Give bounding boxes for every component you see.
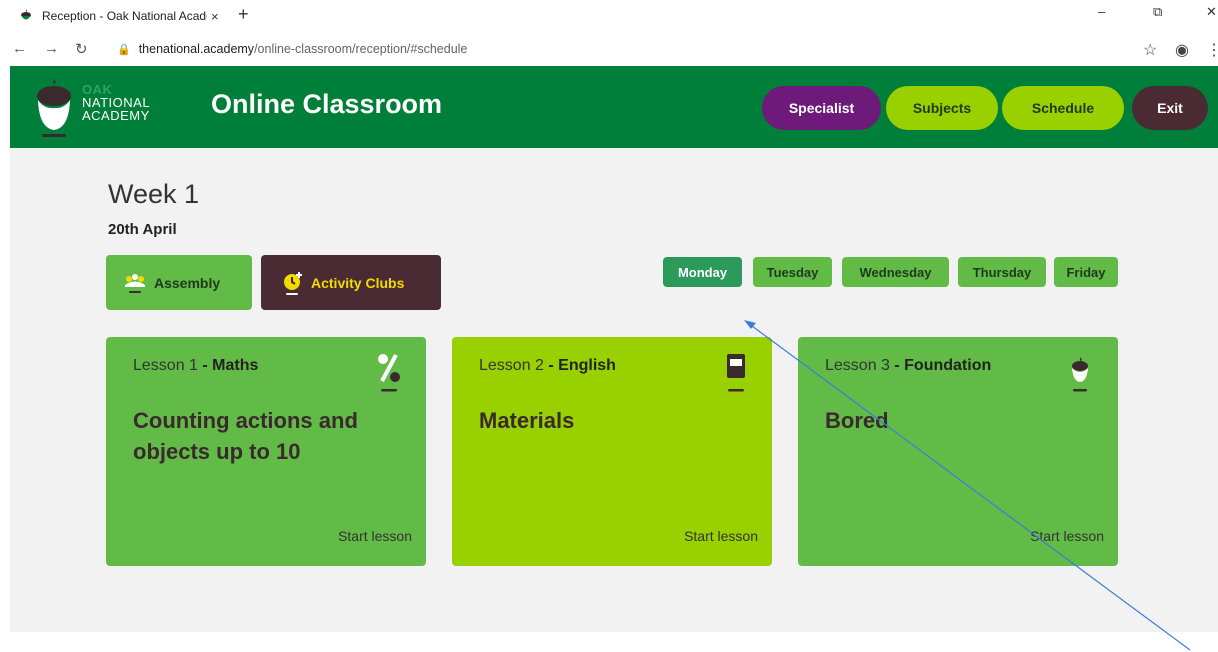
week-heading: Week 1 <box>108 179 200 209</box>
logo-academy: ACADEMY <box>82 108 150 123</box>
lesson-title: Counting actions and objects up to 10 <box>133 408 358 464</box>
day-tab-wednesday[interactable]: Wednesday <box>842 257 949 287</box>
assembly-label: Assembly <box>154 274 221 291</box>
minimize-icon[interactable]: – <box>1098 4 1105 19</box>
lesson-number: Lesson 2 <box>479 357 544 374</box>
close-window-icon[interactable]: ✕ <box>1206 4 1217 20</box>
lesson-title: Materials <box>479 408 575 433</box>
activity-clubs-label: Activity Clubs <box>311 274 405 291</box>
lock-icon: 🔒 <box>117 43 131 56</box>
lesson-subject: - English <box>543 357 616 374</box>
lesson-label: Lesson 2 - English <box>479 357 616 375</box>
start-lesson-link[interactable]: Start lesson <box>684 528 758 544</box>
url-host: thenational.academy <box>138 42 255 56</box>
start-lesson-link[interactable]: Start lesson <box>1030 528 1104 544</box>
week-date: 20th April <box>108 221 177 238</box>
forward-icon[interactable]: → <box>44 40 59 57</box>
url-path: /online-classroom/reception/#schedule <box>254 42 468 56</box>
schedule-button[interactable]: Schedule <box>1002 86 1124 130</box>
foundation-acorn-icon <box>1072 357 1088 392</box>
lesson-number: Lesson 1 <box>133 357 198 374</box>
day-tab-tuesday[interactable]: Tuesday <box>753 257 832 287</box>
start-lesson-link[interactable]: Start lesson <box>338 528 412 544</box>
tab-title: Reception - Oak National Acader <box>42 9 207 23</box>
bookmark-star-icon[interactable]: ☆ <box>1143 40 1157 60</box>
browser-tabstrip: Reception - Oak National Acader × + – ⧉ … <box>0 0 1218 34</box>
lesson-number: Lesson 3 <box>825 357 890 374</box>
address-bar: ← → ↻ 🔒 thenational.academy/online-class… <box>0 34 1218 66</box>
maths-percent-icon <box>378 354 400 392</box>
specialist-button[interactable]: Specialist <box>762 86 881 130</box>
back-icon[interactable]: ← <box>12 40 27 57</box>
lesson-label: Lesson 3 - Foundation <box>825 357 991 375</box>
new-tab-icon[interactable]: + <box>238 4 249 25</box>
day-tab-thursday[interactable]: Thursday <box>958 257 1046 287</box>
logo-wordmark[interactable]: OAK NATIONAL ACADEMY <box>82 83 150 122</box>
subjects-button[interactable]: Subjects <box>886 86 998 130</box>
profile-icon[interactable]: ◉ <box>1175 40 1189 60</box>
lesson-subject: - Maths <box>197 357 259 374</box>
day-tab-monday[interactable]: Monday <box>663 257 742 287</box>
page-title: Online Classroom <box>211 89 443 119</box>
site-header: OAK NATIONAL ACADEMY Online Classroom Sp… <box>10 66 1218 148</box>
url-field[interactable]: 🔒 thenational.academy/online-classroom/r… <box>117 42 467 56</box>
lesson-title: Bored <box>825 408 889 433</box>
site-page: OAK NATIONAL ACADEMY Online Classroom Sp… <box>10 66 1218 632</box>
english-book-icon <box>727 354 745 392</box>
restore-icon[interactable]: ⧉ <box>1153 4 1162 20</box>
reload-icon[interactable]: ↻ <box>75 40 88 58</box>
activity-clubs-icon <box>281 270 305 296</box>
browser-tab[interactable]: Reception - Oak National Acader × <box>18 2 233 30</box>
lesson-card-maths[interactable]: Lesson 1 - Maths Counting actions and ob… <box>106 337 426 566</box>
lesson-subject: - Foundation <box>889 357 992 374</box>
lesson-card-foundation[interactable]: Lesson 3 - Foundation Bored Start lesson <box>798 337 1118 566</box>
exit-button[interactable]: Exit <box>1132 86 1208 130</box>
tab-close-icon[interactable]: × <box>211 9 219 24</box>
activity-clubs-button[interactable]: Activity Clubs <box>261 255 441 310</box>
day-tab-friday[interactable]: Friday <box>1054 257 1118 287</box>
oak-acorn-logo-icon[interactable] <box>34 76 74 138</box>
menu-icon[interactable]: ⋮ <box>1206 40 1218 60</box>
assembly-people-icon <box>122 272 148 294</box>
lesson-card-english[interactable]: Lesson 2 - English Materials Start lesso… <box>452 337 772 566</box>
assembly-button[interactable]: Assembly <box>106 255 252 310</box>
acorn-favicon-icon <box>18 8 34 24</box>
lesson-label: Lesson 1 - Maths <box>133 357 258 375</box>
